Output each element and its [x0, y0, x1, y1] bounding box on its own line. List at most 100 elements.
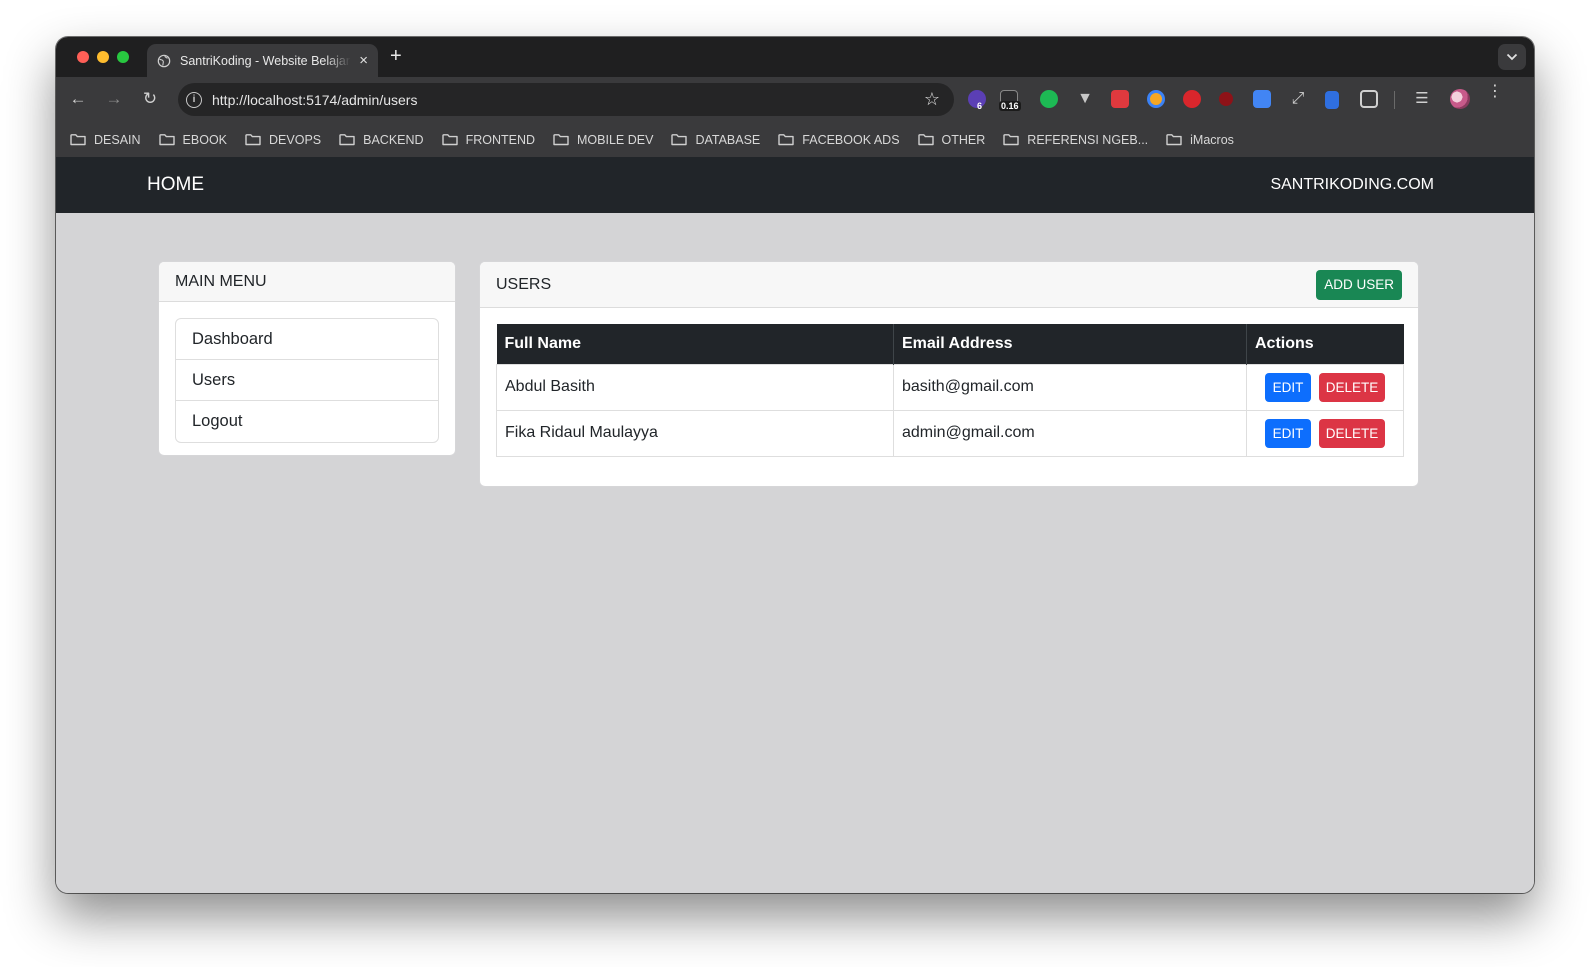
bookmark-folder[interactable]: DATABASE: [671, 133, 760, 147]
menu-item-dashboard[interactable]: Dashboard: [176, 319, 438, 360]
browser-window: SantriKoding - Website Belajar × + ← → ↻…: [56, 37, 1534, 893]
bookmark-star-icon[interactable]: ☆: [924, 89, 940, 110]
folder-icon: [1003, 134, 1019, 146]
column-header-actions: Actions: [1246, 324, 1404, 364]
edit-button[interactable]: EDIT: [1265, 418, 1311, 448]
users-card-header: USERS ADD USER: [480, 262, 1418, 308]
extension-red-icon[interactable]: [1111, 90, 1129, 108]
folder-icon: [671, 134, 688, 146]
delete-button[interactable]: DELETE: [1319, 418, 1385, 448]
bookmark-folder[interactable]: iMacros: [1166, 133, 1234, 147]
cell-actions: EDIT DELETE: [1246, 363, 1404, 411]
translate-icon[interactable]: [1253, 90, 1271, 108]
edit-button[interactable]: EDIT: [1265, 372, 1311, 402]
main-menu-title: MAIN MENU: [159, 262, 455, 302]
bookmark-label: FRONTEND: [465, 132, 536, 147]
site-brand[interactable]: SANTRIKODING.COM: [1270, 176, 1434, 194]
bookmark-label: DATABASE: [695, 132, 761, 147]
reload-icon[interactable]: ↻: [140, 89, 160, 109]
home-link[interactable]: HOME: [147, 174, 204, 196]
chevron-down-icon: [1506, 53, 1518, 61]
add-user-button[interactable]: ADD USER: [1316, 269, 1402, 300]
users-table: Full Name Email Address Actions Abdul Ba…: [496, 324, 1404, 457]
top-navbar: HOME SANTRIKODING.COM: [56, 157, 1534, 213]
expand-icon[interactable]: ⤢: [1289, 90, 1307, 108]
ublock-icon[interactable]: [1219, 92, 1233, 106]
bookmark-folder[interactable]: FRONTEND: [441, 132, 536, 147]
back-arrow-icon[interactable]: ←: [68, 89, 88, 109]
bookmark-label: DEVOPS: [269, 132, 322, 147]
bookmark-folder[interactable]: EBOOK: [158, 132, 228, 147]
users-card: USERS ADD USER Full Name Email Address A…: [479, 261, 1419, 487]
bookmark-folder[interactable]: MOBILE DEV: [553, 133, 653, 147]
bookmark-folder[interactable]: DEVOPS: [245, 133, 321, 147]
column-header-email: Email Address: [893, 324, 1247, 364]
folder-icon: [339, 134, 355, 146]
bookmarks-bar: DESAIN EBOOK DEVOPS BACKEND FRONTEND MOBILE D…: [56, 122, 1534, 157]
menu-item-logout[interactable]: Logout: [176, 401, 438, 442]
extension-badge: 6: [977, 101, 983, 111]
bookmark-label: EBOOK: [182, 132, 228, 147]
adblock-icon[interactable]: [1183, 90, 1201, 108]
bookmark-label: FACEBOOK ADS: [802, 132, 900, 147]
tab-close-icon[interactable]: ×: [359, 52, 368, 69]
cell-full-name: Fika Ridaul Maulayya: [496, 409, 894, 457]
column-header-full-name: Full Name: [496, 324, 894, 364]
folder-icon: [245, 134, 261, 146]
media-queue-icon[interactable]: ☰: [1413, 90, 1431, 108]
profile-avatar[interactable]: [1450, 89, 1470, 109]
folder-icon: [70, 134, 86, 146]
bookmark-label: REFERENSI NGEB...: [1027, 132, 1149, 147]
folder-icon: [778, 134, 794, 146]
bookmark-folder[interactable]: OTHER: [917, 132, 986, 147]
bookmark-label: DESAIN: [94, 132, 141, 147]
extension-timer-badge: 0.16: [999, 101, 1021, 111]
browser-tab[interactable]: SantriKoding - Website Belajar ×: [147, 44, 378, 77]
cell-email: basith@gmail.com: [893, 363, 1247, 411]
tab-strip: SantriKoding - Website Belajar × +: [56, 37, 1534, 77]
bookmark-folder[interactable]: FACEBOOK ADS: [778, 132, 900, 147]
close-window-button[interactable]: [77, 51, 89, 63]
table-row: Abdul Basith basith@gmail.com EDIT DELETE: [496, 363, 1404, 411]
extension-circle-icon[interactable]: [1147, 90, 1165, 108]
bookmark-label: OTHER: [941, 132, 986, 147]
globe-icon: [157, 54, 171, 67]
cell-actions: EDIT DELETE: [1246, 409, 1404, 457]
extension-v-icon[interactable]: ▼: [1076, 90, 1094, 108]
users-title: USERS: [496, 275, 552, 293]
bookmark-folder[interactable]: BACKEND: [339, 132, 424, 147]
menu-item-users[interactable]: Users: [176, 360, 438, 401]
site-info-icon[interactable]: i: [186, 91, 202, 108]
folder-icon: [1166, 134, 1182, 146]
folder-icon: [917, 134, 934, 146]
folder-icon: [553, 134, 569, 146]
new-tab-button[interactable]: +: [390, 45, 402, 68]
table-header-row: Full Name Email Address Actions: [496, 324, 1404, 364]
extension-blue-icon[interactable]: [1325, 91, 1339, 109]
url-text[interactable]: http://localhost:5174/admin/users: [212, 92, 924, 108]
more-menu-icon[interactable]: ⋮: [1487, 84, 1503, 100]
bookmark-folder[interactable]: REFERENSI NGEB...: [1003, 133, 1148, 147]
toolbar-separator: [1394, 91, 1395, 109]
tab-search-button[interactable]: [1498, 44, 1526, 70]
address-bar[interactable]: i http://localhost:5174/admin/users ☆: [178, 83, 954, 116]
table-row: Fika Ridaul Maulayya admin@gmail.com EDI…: [496, 409, 1404, 457]
bookmark-label: MOBILE DEV: [577, 132, 654, 147]
tab-title: SantriKoding - Website Belajar: [180, 53, 350, 68]
minimize-window-button[interactable]: [97, 51, 109, 63]
page-content: HOME SANTRIKODING.COM MAIN MENU Dashboar…: [56, 157, 1534, 893]
delete-button[interactable]: DELETE: [1319, 372, 1385, 402]
folder-icon: [441, 134, 458, 146]
menu-list: Dashboard Users Logout: [175, 318, 439, 443]
extension-green-icon[interactable]: [1040, 90, 1058, 108]
puzzle-icon[interactable]: [1360, 90, 1378, 108]
bookmark-folder[interactable]: DESAIN: [70, 133, 141, 147]
browser-toolbar: ← → ↻ i http://localhost:5174/admin/user…: [56, 77, 1534, 122]
cell-full-name: Abdul Basith: [496, 363, 894, 411]
bookmark-label: iMacros: [1190, 132, 1234, 147]
maximize-window-button[interactable]: [117, 51, 129, 63]
folder-icon: [158, 134, 175, 146]
bookmark-label: BACKEND: [363, 132, 424, 147]
forward-arrow-icon[interactable]: →: [104, 89, 124, 109]
cell-email: admin@gmail.com: [893, 409, 1247, 457]
